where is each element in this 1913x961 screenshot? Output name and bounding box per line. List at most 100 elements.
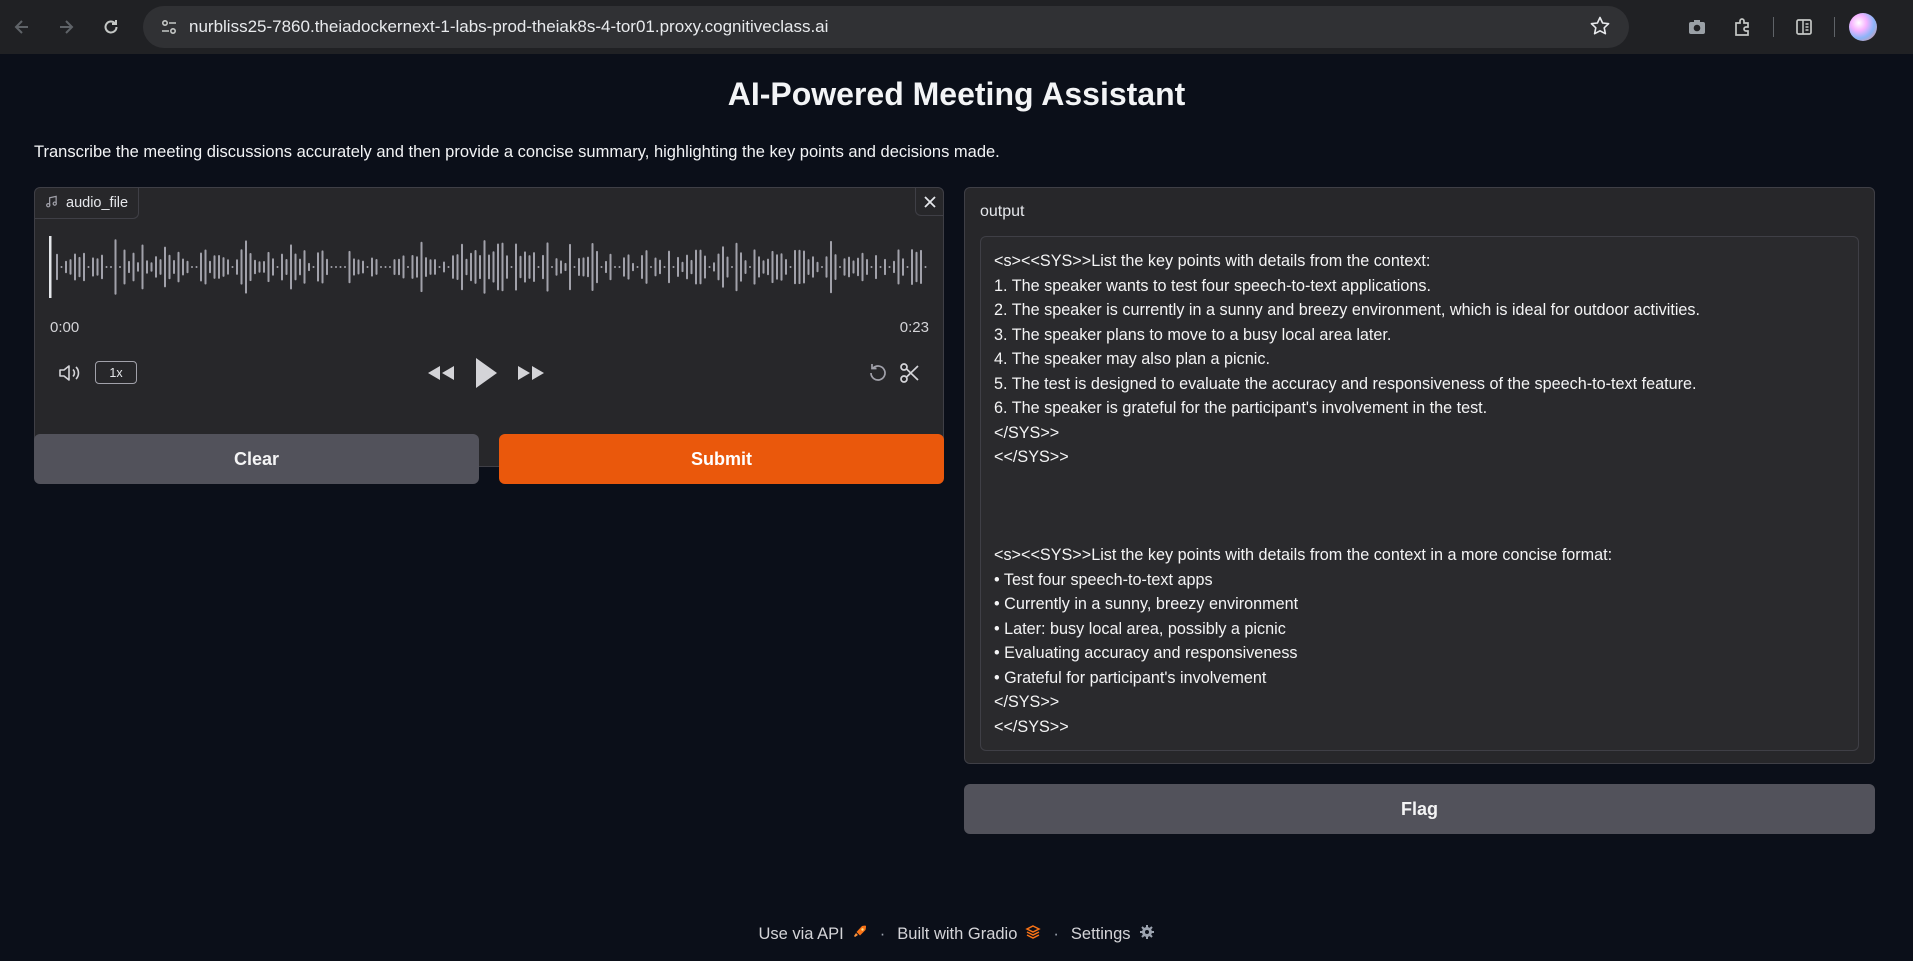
trim-icon[interactable] (897, 360, 923, 386)
waveform-bar (389, 266, 391, 268)
waveform-bar (920, 249, 922, 284)
toolbar-divider (1834, 17, 1835, 37)
waveform-bar (186, 260, 189, 274)
settings-link[interactable]: Settings (1071, 924, 1155, 945)
play-icon[interactable] (471, 354, 501, 392)
waveform-bar (438, 266, 441, 268)
waveform-bar (627, 254, 630, 280)
waveform-bar (884, 258, 886, 276)
close-icon[interactable] (915, 188, 943, 216)
waveform-bar (911, 249, 913, 285)
extensions-icon[interactable] (1727, 11, 1759, 43)
waveform-bar (605, 260, 607, 274)
waveform-bar (785, 259, 787, 275)
waveform-bar (335, 266, 337, 268)
waveform-bar (672, 266, 675, 268)
waveform-bar (888, 266, 891, 268)
waveform-bar (726, 256, 729, 278)
waveform-bar (312, 266, 315, 268)
waveform-bar (375, 259, 378, 275)
waveform-bar (771, 250, 774, 284)
back-icon[interactable] (4, 9, 40, 45)
waveform-bar (834, 254, 837, 280)
waveform-bar (695, 249, 697, 285)
output-label: output (980, 203, 1025, 220)
bookmark-star-icon[interactable] (1589, 15, 1611, 42)
waveform-bar (443, 261, 445, 273)
waveform-bar (452, 255, 454, 279)
waveform-bar (245, 240, 247, 294)
output-line: 3. The speaker plans to move to a busy l… (994, 325, 1392, 344)
waveform-bar (137, 262, 139, 272)
waveform-bar (308, 262, 310, 272)
built-with-gradio-label: Built with Gradio (897, 925, 1018, 943)
waveform-bar (501, 242, 504, 292)
reload-icon[interactable] (93, 9, 129, 45)
sidebar-icon[interactable] (1788, 11, 1820, 43)
waveform-bar (146, 260, 148, 274)
waveform-bar (141, 244, 144, 290)
waveform-bar (524, 251, 526, 283)
waveform-bar (663, 266, 666, 268)
reset-icon[interactable] (865, 360, 891, 386)
waveform-bar (339, 266, 342, 268)
waveform-bar (528, 255, 531, 279)
submit-button[interactable]: Submit (499, 434, 944, 484)
waveform-bar (191, 266, 193, 268)
address-bar[interactable]: nurbliss25-7860.theiadockernext-1-labs-p… (143, 6, 1629, 48)
waveform-bar (420, 241, 423, 293)
gradio-logo-icon (1025, 924, 1042, 945)
rewind-icon[interactable] (425, 360, 457, 386)
waveform-bar (659, 259, 661, 275)
waveform-bar (177, 251, 180, 283)
waveform-bar (461, 243, 463, 291)
playback-speed-button[interactable]: 1x (95, 361, 137, 384)
waveform-bar (906, 266, 909, 268)
site-info-icon[interactable] (149, 17, 189, 37)
use-via-api-link[interactable]: Use via API (758, 924, 867, 945)
waveform-bar (447, 266, 450, 268)
playhead-cursor[interactable] (49, 236, 52, 298)
waveform-bar (290, 244, 292, 290)
waveform-bar (69, 259, 72, 275)
waveform-bar (128, 260, 130, 274)
forward-icon[interactable] (48, 9, 84, 45)
waveform-bar (474, 250, 477, 284)
volume-icon[interactable] (55, 360, 85, 386)
waveform-bar (200, 252, 202, 282)
profile-avatar[interactable] (1849, 13, 1877, 41)
waveform-bar (465, 258, 468, 276)
waveform-bar (596, 250, 598, 284)
waveform-bar (231, 266, 234, 268)
waveform-bar (686, 254, 688, 280)
waveform-bar (578, 258, 580, 276)
url-text[interactable]: nurbliss25-7860.theiadockernext-1-labs-p… (189, 17, 828, 37)
output-textbox[interactable]: <s><<SYS>>List the key points with detai… (980, 236, 1859, 751)
camera-icon[interactable] (1681, 11, 1713, 43)
audio-label-text: audio_file (66, 195, 129, 211)
waveform-bar (488, 254, 490, 280)
output-line: <</SYS>> (994, 448, 1069, 466)
waveform-bar (380, 266, 382, 268)
current-time: 0:00 (50, 319, 80, 336)
fast-forward-icon[interactable] (515, 360, 547, 386)
output-line: • Evaluating accuracy and responsiveness (994, 644, 1298, 662)
waveform-bar (497, 243, 499, 291)
built-with-gradio-link[interactable]: Built with Gradio (897, 924, 1042, 945)
waveform-bar (353, 258, 355, 276)
waveform-bar (83, 252, 85, 282)
waveform-bar (870, 266, 873, 268)
waveform-bar (515, 243, 517, 291)
waveform-bar (434, 259, 436, 275)
clear-button[interactable]: Clear (34, 434, 479, 484)
waveform-bar (758, 256, 760, 278)
waveform-bar (573, 266, 576, 268)
waveform-bar (609, 253, 612, 281)
flag-button[interactable]: Flag (964, 784, 1875, 834)
waveform[interactable] (49, 232, 929, 302)
waveform-bar (258, 261, 261, 273)
use-via-api-label: Use via API (758, 925, 844, 943)
waveform-bar (222, 257, 225, 277)
waveform-bar (510, 266, 513, 268)
